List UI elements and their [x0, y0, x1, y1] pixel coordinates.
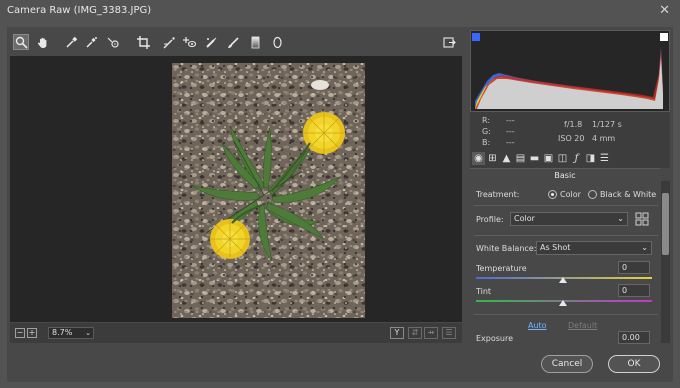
exposure-label: Exposure — [476, 334, 514, 343]
g-label: G: — [482, 127, 491, 136]
r-value: --- — [506, 116, 515, 125]
tool-bar — [11, 32, 466, 54]
ok-button[interactable]: OK — [608, 355, 660, 373]
profile-value: Color — [514, 214, 535, 223]
profile-label: Profile: — [476, 215, 504, 224]
adjustment-brush-icon[interactable] — [225, 34, 241, 50]
zoom-level-select[interactable]: 8.7% ⌄ — [48, 327, 94, 339]
zoom-level-value: 8.7% — [52, 328, 73, 337]
temperature-label: Temperature — [476, 264, 527, 273]
info-readout: R: --- G: --- B: --- f/1.8 1/127 s ISO 2… — [470, 112, 670, 150]
close-icon[interactable]: ✕ — [659, 3, 670, 18]
b-label: B: — [482, 138, 491, 147]
profile-browser-icon[interactable] — [635, 212, 649, 226]
window-title: Camera Raw (IMG_3383.JPG) — [7, 5, 152, 16]
zoom-in-button[interactable]: + — [27, 328, 37, 338]
zoom-tool-icon[interactable] — [13, 34, 29, 50]
tint-label: Tint — [476, 287, 492, 296]
temperature-slider-thumb[interactable] — [559, 277, 567, 283]
scrollbar-thumb[interactable] — [662, 193, 669, 255]
effects-tab-icon[interactable]: ƒ — [570, 152, 583, 165]
r-label: R: — [482, 116, 491, 125]
straighten-icon[interactable] — [161, 34, 177, 50]
chevron-down-icon: ⌄ — [641, 243, 648, 252]
g-value: --- — [506, 127, 515, 136]
before-after-view-button[interactable]: Y — [390, 327, 404, 339]
highlight-clipping-icon[interactable] — [660, 33, 668, 41]
presets-tab-icon[interactable]: ☰ — [598, 152, 611, 165]
targeted-adjustment-icon[interactable] — [105, 34, 121, 50]
panel-tabs: ◉ ⊞ ▲ ▤ ▬ ▣ ◫ ƒ ◨ ☰ — [470, 150, 670, 168]
eyedropper-icon[interactable] — [63, 34, 79, 50]
iso-value: ISO 20 — [558, 134, 585, 143]
tint-slider-thumb[interactable] — [559, 300, 567, 306]
transform-tab-icon[interactable]: ◫ — [556, 152, 569, 165]
color-sampler-icon[interactable] — [83, 34, 99, 50]
exposure-value[interactable]: 0.00 — [618, 331, 650, 344]
preview-status-bar: − + 8.7% ⌄ Y ⇵ ⇸ ☰ — [10, 323, 462, 343]
treatment-color-label[interactable]: Color — [560, 190, 581, 199]
divider — [474, 235, 658, 236]
title-bar: Camera Raw (IMG_3383.JPG) ✕ — [0, 0, 680, 24]
panel-title: Basic — [470, 168, 660, 181]
red-eye-icon[interactable] — [181, 34, 197, 50]
tone-curve-tab-icon[interactable]: ⊞ — [486, 152, 499, 165]
divider — [474, 205, 658, 206]
graduated-filter-icon[interactable] — [247, 34, 263, 50]
chevron-down-icon: ⌄ — [85, 329, 91, 337]
white-balance-label: White Balance: — [476, 244, 537, 253]
b-value: --- — [506, 138, 515, 147]
open-preferences-icon[interactable] — [441, 34, 457, 50]
white-balance-value: As Shot — [540, 243, 571, 252]
toggle-settings-icon[interactable]: ☰ — [442, 327, 456, 339]
treatment-bw-radio[interactable] — [588, 190, 597, 199]
shutter-value: 1/127 s — [592, 120, 622, 129]
crop-icon[interactable] — [135, 34, 151, 50]
swap-settings-icon[interactable]: ⇵ — [408, 327, 422, 339]
detail-tab-icon[interactable]: ▲ — [500, 152, 513, 165]
radial-filter-icon[interactable] — [269, 34, 285, 50]
tint-value[interactable]: 0 — [618, 284, 650, 297]
chevron-down-icon: ⌄ — [617, 214, 624, 223]
camera-calibration-tab-icon[interactable]: ◨ — [584, 152, 597, 165]
spot-removal-icon[interactable] — [203, 34, 219, 50]
cancel-button[interactable]: Cancel — [541, 355, 593, 373]
white-balance-select[interactable]: As Shot ⌄ — [536, 241, 652, 255]
hand-tool-icon[interactable] — [35, 34, 51, 50]
photo-preview[interactable] — [172, 63, 365, 318]
split-toning-tab-icon[interactable]: ▬ — [528, 152, 541, 165]
panel-scrollbar[interactable] — [661, 181, 670, 343]
profile-select[interactable]: Color ⌄ — [510, 212, 628, 226]
hsl-tab-icon[interactable]: ▤ — [514, 152, 527, 165]
divider — [474, 314, 658, 315]
lens-corrections-tab-icon[interactable]: ▣ — [542, 152, 555, 165]
basic-tab-icon[interactable]: ◉ — [472, 152, 485, 165]
copy-settings-icon[interactable]: ⇸ — [424, 327, 438, 339]
treatment-color-radio[interactable] — [548, 190, 557, 199]
auto-link[interactable]: Auto — [528, 321, 547, 330]
shadow-clipping-icon[interactable] — [472, 33, 480, 41]
focal-length-value: 4 mm — [592, 134, 616, 143]
temperature-value[interactable]: 0 — [618, 261, 650, 274]
basic-panel: Treatment: Color Black & White Profile: … — [470, 181, 660, 344]
histogram — [470, 30, 670, 112]
aperture-value: f/1.8 — [564, 120, 583, 129]
treatment-label: Treatment: — [476, 190, 520, 199]
treatment-bw-label[interactable]: Black & White — [600, 190, 656, 199]
default-link[interactable]: Default — [568, 321, 597, 330]
zoom-out-button[interactable]: − — [15, 328, 25, 338]
